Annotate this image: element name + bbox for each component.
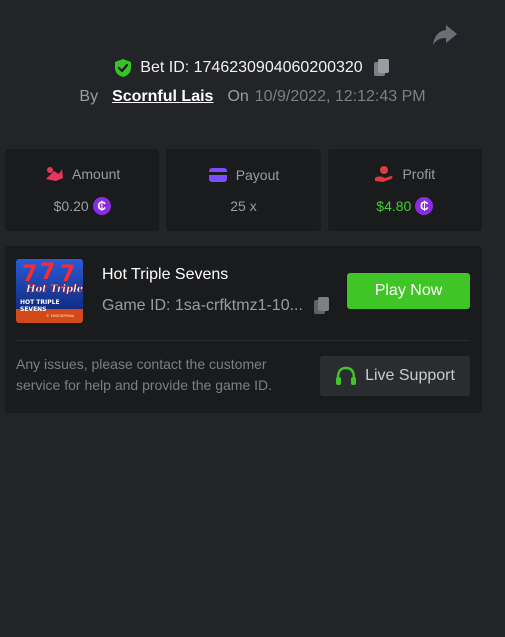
share-button[interactable] bbox=[432, 23, 458, 47]
share-arrow-icon bbox=[433, 25, 457, 45]
profit-label: Profit bbox=[402, 166, 436, 182]
stat-profit: Profit $4.80 ₵ bbox=[327, 149, 482, 231]
payout-card-icon bbox=[208, 168, 227, 182]
svg-text:SEVENS: SEVENS bbox=[20, 306, 47, 313]
svg-text:Hot Triple: Hot Triple bbox=[25, 284, 83, 295]
svg-text:© ENDORPHINA: © ENDORPHINA bbox=[46, 314, 75, 318]
username-link[interactable]: Scornful Lais bbox=[112, 88, 213, 106]
amount-label: Amount bbox=[72, 166, 121, 182]
profit-value: $4.80 bbox=[376, 198, 412, 214]
game-title: Hot Triple Sevens bbox=[102, 266, 229, 283]
game-card: 7 7 7 Hot Triple HOT TRIPLE SEVENS © END… bbox=[5, 246, 482, 413]
profit-icon bbox=[375, 166, 393, 182]
divider bbox=[16, 340, 470, 341]
on-label: On bbox=[227, 88, 249, 105]
headset-icon bbox=[336, 366, 357, 385]
coin-icon: ₵ bbox=[415, 197, 434, 215]
stat-payout: Payout 25 x bbox=[166, 149, 321, 231]
bet-date: 10/9/2022, 12:12:43 PM bbox=[254, 88, 426, 105]
amount-value: $0.20 bbox=[53, 198, 89, 214]
play-now-button[interactable]: Play Now bbox=[347, 273, 470, 309]
copy-icon bbox=[313, 297, 329, 314]
payout-label: Payout bbox=[235, 167, 280, 183]
live-support-label: Live Support bbox=[365, 367, 455, 384]
shield-check-icon bbox=[114, 58, 132, 78]
payout-value: 25 x bbox=[230, 198, 257, 214]
bet-id-row: Bet ID: 1746230904060200320 bbox=[0, 56, 505, 80]
amount-icon bbox=[46, 167, 64, 181]
bet-id: Bet ID: 1746230904060200320 bbox=[140, 59, 363, 76]
copy-game-id-button[interactable] bbox=[313, 296, 331, 316]
support-notice: Any issues, please contact the customer … bbox=[16, 356, 273, 393]
svg-text:7: 7 bbox=[40, 260, 55, 285]
game-thumbnail[interactable]: 7 7 7 Hot Triple HOT TRIPLE SEVENS © END… bbox=[16, 259, 83, 323]
bet-meta-row: By Scornful Lais On 10/9/2022, 12:12:43 … bbox=[0, 86, 505, 108]
stat-amount: Amount $0.20 ₵ bbox=[5, 149, 160, 231]
game-id: Game ID: 1sa-crfktmz1-10... bbox=[102, 297, 303, 314]
coin-icon: ₵ bbox=[92, 197, 111, 215]
svg-text:HOT TRIPLE: HOT TRIPLE bbox=[20, 299, 60, 306]
bet-stats: Amount $0.20 ₵ Payout 25 x Profit $4.80 … bbox=[5, 149, 482, 231]
copy-icon bbox=[373, 59, 389, 76]
copy-bet-id-button[interactable] bbox=[373, 58, 391, 78]
game-id-row: Game ID: 1sa-crfktmz1-10... bbox=[102, 296, 331, 316]
by-label: By bbox=[79, 88, 99, 105]
live-support-button[interactable]: Live Support bbox=[320, 356, 470, 396]
